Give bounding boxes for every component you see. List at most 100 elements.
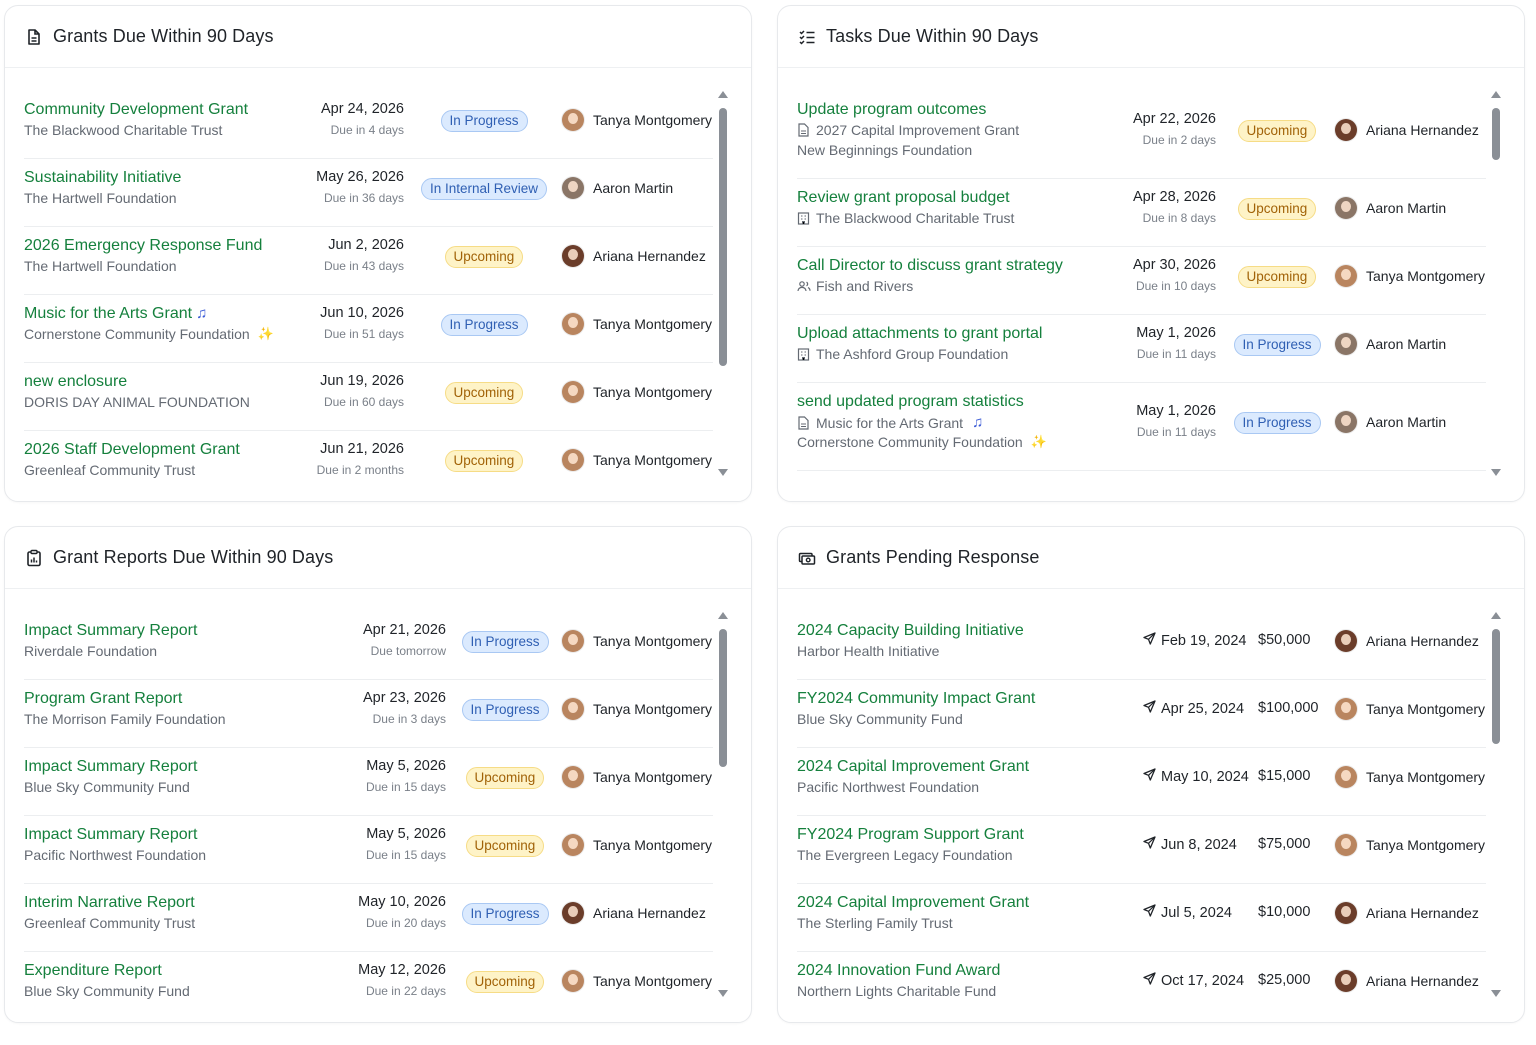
- status-badge[interactable]: Upcoming: [465, 971, 545, 993]
- status-badge[interactable]: In Progress: [461, 631, 549, 653]
- status-badge[interactable]: Upcoming: [1237, 198, 1317, 220]
- assignee[interactable]: Tanya Montgomery: [562, 698, 712, 720]
- report-row[interactable]: Impact Summary Report Riverdale Foundatio…: [24, 622, 713, 680]
- scroll-thumb[interactable]: [1492, 629, 1500, 744]
- assignee[interactable]: Tanya Montgomery: [562, 970, 712, 992]
- task-row[interactable]: Review grant proposal budget The Blackwoo…: [797, 189, 1486, 247]
- grant-row[interactable]: Music for the Arts Grant ♫ Cornerstone Com…: [24, 305, 713, 363]
- status-badge[interactable]: Upcoming: [444, 382, 524, 404]
- status-badge[interactable]: Upcoming: [444, 450, 524, 472]
- scroll-down-arrow-icon[interactable]: [718, 469, 728, 476]
- assignee[interactable]: Aaron Martin: [562, 177, 673, 199]
- scroll-thumb[interactable]: [1492, 108, 1500, 160]
- grant-row[interactable]: 2026 Emergency Response Fund The Hartwell…: [24, 237, 713, 295]
- task-row[interactable]: Update program outcomes 2027 Capital Impr…: [797, 101, 1486, 179]
- assignee[interactable]: Tanya Montgomery: [562, 834, 712, 856]
- report-row[interactable]: Expenditure Report Blue Sky Community Fun…: [24, 962, 713, 1020]
- scrollbar[interactable]: [718, 91, 728, 481]
- report-row[interactable]: Interim Narrative Report Greenleaf Commun…: [24, 894, 713, 952]
- scrollbar[interactable]: [718, 612, 728, 1002]
- grant-row[interactable]: 2026 Staff Development Grant Greenleaf Co…: [24, 441, 713, 499]
- scroll-up-arrow-icon[interactable]: [1491, 612, 1501, 619]
- report-title-link[interactable]: Impact Summary Report: [24, 622, 197, 640]
- grant-title-link[interactable]: 2024 Capital Improvement Grant: [797, 758, 1029, 776]
- task-row[interactable]: Upload attachments to grant portal The As…: [797, 325, 1486, 383]
- pending-row[interactable]: 2024 Capacity Building Initiative Harbor …: [797, 622, 1486, 680]
- status-badge[interactable]: Upcoming: [465, 835, 545, 857]
- scroll-down-arrow-icon[interactable]: [718, 990, 728, 997]
- status-badge[interactable]: In Progress: [461, 699, 549, 721]
- pending-row[interactable]: 2024 Capital Improvement Grant The Sterli…: [797, 894, 1486, 952]
- report-row[interactable]: Impact Summary Report Blue Sky Community …: [24, 758, 713, 816]
- assignee[interactable]: Ariana Hernandez: [1335, 902, 1479, 924]
- assignee[interactable]: Tanya Montgomery: [1335, 698, 1485, 720]
- scroll-up-arrow-icon[interactable]: [718, 91, 728, 98]
- pending-row[interactable]: 2024 Capital Improvement Grant Pacific No…: [797, 758, 1486, 816]
- assignee[interactable]: Tanya Montgomery: [1335, 265, 1485, 287]
- grant-title-link[interactable]: FY2024 Program Support Grant: [797, 826, 1024, 844]
- task-title-link[interactable]: Update program outcomes: [797, 101, 986, 119]
- scrollbar[interactable]: [1491, 91, 1501, 481]
- report-title-link[interactable]: Program Grant Report: [24, 690, 182, 708]
- scroll-thumb[interactable]: [719, 108, 727, 366]
- grant-title-link[interactable]: Sustainability Initiative: [24, 169, 181, 187]
- assignee[interactable]: Tanya Montgomery: [562, 630, 712, 652]
- task-title-link[interactable]: Call Director to discuss grant strategy: [797, 257, 1063, 275]
- assignee[interactable]: Tanya Montgomery: [1335, 834, 1485, 856]
- task-row[interactable]: Call Director to discuss grant strategy F…: [797, 257, 1486, 315]
- assignee[interactable]: Aaron Martin: [1335, 333, 1446, 355]
- status-badge[interactable]: In Progress: [440, 110, 528, 132]
- status-badge[interactable]: In Progress: [1233, 412, 1321, 434]
- assignee[interactable]: Tanya Montgomery: [562, 381, 712, 403]
- assignee[interactable]: Aaron Martin: [1335, 411, 1446, 433]
- status-badge[interactable]: Upcoming: [1237, 120, 1317, 142]
- assignee[interactable]: Ariana Hernandez: [562, 902, 706, 924]
- grant-title-link[interactable]: FY2024 Community Impact Grant: [797, 690, 1035, 708]
- grant-row[interactable]: Sustainability Initiative The Hartwell Fo…: [24, 169, 713, 227]
- status-badge[interactable]: In Internal Review: [421, 178, 548, 200]
- task-title-link[interactable]: send updated program statistics: [797, 393, 1024, 411]
- grant-title-link[interactable]: 2024 Innovation Fund Award: [797, 962, 1000, 980]
- status-badge[interactable]: Upcoming: [1237, 266, 1317, 288]
- grant-title-link[interactable]: Music for the Arts Grant ♫: [24, 305, 207, 323]
- scroll-down-arrow-icon[interactable]: [1491, 990, 1501, 997]
- grant-title-link[interactable]: 2026 Emergency Response Fund: [24, 237, 262, 255]
- assignee[interactable]: Tanya Montgomery: [562, 109, 712, 131]
- assignee[interactable]: Ariana Hernandez: [1335, 119, 1479, 141]
- grant-row[interactable]: new enclosure DORIS DAY ANIMAL FOUNDATION…: [24, 373, 713, 431]
- task-row[interactable]: send updated program statistics Music for…: [797, 393, 1486, 471]
- assignee[interactable]: Ariana Hernandez: [1335, 630, 1479, 652]
- assignee[interactable]: Tanya Montgomery: [562, 766, 712, 788]
- report-title-link[interactable]: Impact Summary Report: [24, 826, 197, 844]
- grant-title-link[interactable]: 2024 Capacity Building Initiative: [797, 622, 1024, 640]
- status-badge[interactable]: In Progress: [461, 903, 549, 925]
- scrollbar[interactable]: [1491, 612, 1501, 1002]
- status-badge[interactable]: Upcoming: [465, 767, 545, 789]
- task-title-link[interactable]: Review grant proposal budget: [797, 189, 1010, 207]
- pending-row[interactable]: FY2024 Program Support Grant The Evergree…: [797, 826, 1486, 884]
- grant-row[interactable]: Community Development Grant The Blackwood…: [24, 101, 713, 159]
- assignee[interactable]: Tanya Montgomery: [1335, 766, 1485, 788]
- pending-row[interactable]: FY2024 Community Impact Grant Blue Sky Co…: [797, 690, 1486, 748]
- report-title-link[interactable]: Interim Narrative Report: [24, 894, 195, 912]
- scroll-up-arrow-icon[interactable]: [718, 612, 728, 619]
- status-badge[interactable]: In Progress: [440, 314, 528, 336]
- assignee[interactable]: Ariana Hernandez: [1335, 970, 1479, 992]
- status-badge[interactable]: In Progress: [1233, 334, 1321, 356]
- assignee[interactable]: Aaron Martin: [1335, 197, 1446, 219]
- scroll-up-arrow-icon[interactable]: [1491, 91, 1501, 98]
- assignee[interactable]: Tanya Montgomery: [562, 313, 712, 335]
- report-title-link[interactable]: Expenditure Report: [24, 962, 162, 980]
- grant-title-link[interactable]: 2024 Capital Improvement Grant: [797, 894, 1029, 912]
- assignee[interactable]: Tanya Montgomery: [562, 449, 712, 471]
- report-row[interactable]: Impact Summary Report Pacific Northwest F…: [24, 826, 713, 884]
- pending-row[interactable]: 2024 Innovation Fund Award Northern Light…: [797, 962, 1486, 1020]
- scroll-down-arrow-icon[interactable]: [1491, 469, 1501, 476]
- assignee[interactable]: Ariana Hernandez: [562, 245, 706, 267]
- report-title-link[interactable]: Impact Summary Report: [24, 758, 197, 776]
- report-row[interactable]: Program Grant Report The Morrison Family …: [24, 690, 713, 748]
- scroll-thumb[interactable]: [719, 629, 727, 767]
- grant-title-link[interactable]: new enclosure: [24, 373, 127, 391]
- grant-title-link[interactable]: 2026 Staff Development Grant: [24, 441, 240, 459]
- task-title-link[interactable]: Upload attachments to grant portal: [797, 325, 1042, 343]
